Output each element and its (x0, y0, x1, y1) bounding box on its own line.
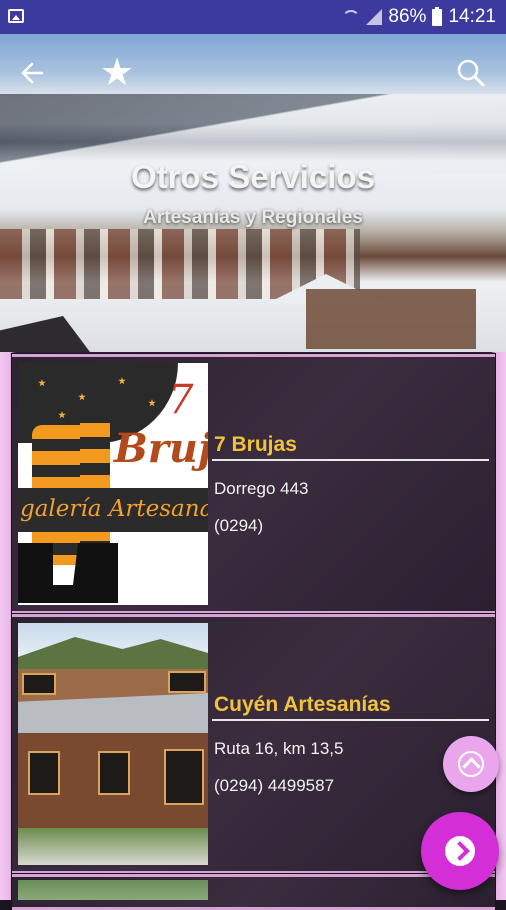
item-thumbnail (18, 623, 208, 865)
item-address: Ruta 16, km 13,5 (214, 739, 344, 758)
scroll-top-button[interactable] (443, 736, 499, 792)
clock: 14:21 (448, 6, 496, 27)
status-bar: 86% 14:21 (0, 0, 506, 34)
star-icon[interactable]: ★ (100, 54, 134, 92)
header-banner: ★ Otros Servicios Artesanías y Regionale… (0, 34, 506, 352)
item-name: Cuyén Artesanías (214, 693, 391, 716)
chalet (306, 289, 476, 349)
status-right: 86% 14:21 (342, 6, 496, 28)
divider (212, 459, 489, 461)
page-subtitle: Artesanías y Regionales (143, 207, 363, 228)
image-notification-icon (8, 9, 24, 23)
wifi-icon (342, 10, 361, 24)
list-item[interactable]: Cuyén Artesanías Ruta 16, km 13,5 (0294)… (12, 614, 495, 874)
item-thumbnail (18, 880, 208, 900)
divider (212, 719, 489, 721)
next-button[interactable] (421, 812, 499, 890)
item-address: Dorrego 443 (214, 479, 309, 498)
window (98, 751, 130, 795)
dark-roof (0, 316, 90, 352)
window (28, 751, 60, 795)
window (22, 673, 56, 695)
garden (18, 828, 208, 865)
signal-icon (366, 9, 383, 25)
window (168, 671, 206, 693)
list-item[interactable]: 7 Brujas galería Artesanal 7 Brujas Dorr… (12, 354, 495, 614)
item-phone[interactable]: (0294) 4499587 (214, 776, 334, 796)
battery-percent: 86% (388, 6, 427, 27)
search-icon[interactable] (456, 58, 486, 88)
page-title: Otros Servicios (131, 158, 375, 195)
arrow-left-icon[interactable] (18, 60, 44, 86)
logo-gallery: galería Artesanal (20, 496, 208, 522)
logo-word: Brujas (114, 425, 208, 472)
item-phone[interactable]: (0294) (214, 516, 263, 536)
item-thumbnail: 7 Brujas galería Artesanal (18, 363, 208, 605)
door (164, 749, 204, 805)
battery-icon (432, 6, 443, 26)
logo-number: 7 (168, 377, 194, 423)
chevron-up-icon (462, 757, 481, 776)
item-name: 7 Brujas (214, 433, 297, 456)
